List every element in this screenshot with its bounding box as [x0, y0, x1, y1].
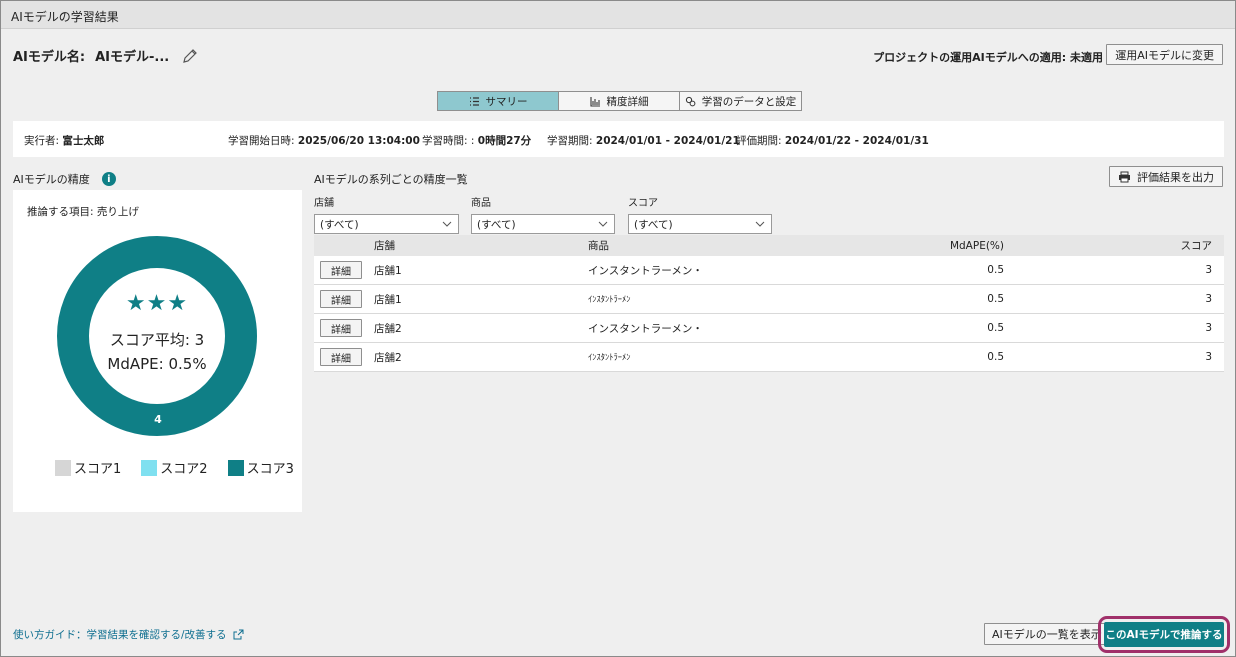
accuracy-panel: 推論する項目: 売り上げ ★★★ スコア平均: 3 MdAPE: 0.5% 4 …: [13, 190, 302, 512]
tab-label: サマリー: [485, 95, 528, 108]
list-icon: [469, 96, 479, 106]
legend-swatch: [227, 459, 244, 476]
column-header-store: 店舗: [374, 240, 395, 252]
tab-label: 精度詳細: [606, 95, 649, 108]
usage-guide-link[interactable]: 使い方ガイド：学習結果を確認する/改善する: [13, 627, 244, 642]
detail-button[interactable]: 詳細: [320, 261, 362, 279]
detail-button[interactable]: 詳細: [320, 319, 362, 337]
table-header: 店舗 商品 MdAPE(%) スコア: [314, 235, 1224, 256]
infer-with-model-button[interactable]: このAIモデルで推論する: [1104, 622, 1224, 647]
detail-button[interactable]: 詳細: [320, 290, 362, 308]
training-period: 学習期間: 2024/01/01 - 2024/01/21: [547, 135, 740, 147]
change-model-button[interactable]: 運用AIモデルに変更: [1106, 44, 1223, 65]
tab-bar: サマリー 精度詳細 学習のデータと設定: [437, 91, 802, 111]
external-link-icon: [233, 629, 244, 640]
tab-data-settings[interactable]: 学習のデータと設定: [680, 92, 801, 110]
detail-button[interactable]: 詳細: [320, 348, 362, 366]
export-results-button[interactable]: 評価結果を出力: [1109, 166, 1223, 187]
table-row: 詳細 店舗2 ｲﾝｽﾀﾝﾄﾗｰﾒﾝ 0.5 3: [314, 343, 1224, 372]
apply-status: プロジェクトの運用AIモデルへの適用: 未適用: [873, 51, 1103, 64]
model-name-value: AIモデル-...: [95, 50, 170, 65]
model-name-label: AIモデル名:: [13, 50, 86, 65]
table-row: 詳細 店舗1 ｲﾝｽﾀﾝﾄﾗｰﾒﾝ 0.5 3: [314, 285, 1224, 314]
window-title: AIモデルの学習結果: [1, 1, 1235, 29]
segment-count-label: 4: [154, 413, 162, 426]
chevron-down-icon: [598, 221, 608, 227]
legend-score3: スコア3: [227, 458, 294, 477]
tab-accuracy-detail[interactable]: 精度詳細: [559, 92, 680, 110]
table-row: 詳細 店舗1 インスタントラーメン・ 0.5 3: [314, 256, 1224, 285]
legend-score1: スコア1: [55, 458, 121, 477]
series-table: 店舗 商品 MdAPE(%) スコア 詳細 店舗1 インスタントラーメン・ 0.…: [314, 235, 1224, 372]
duration: 学習時間: : 0時間27分: [422, 135, 532, 147]
filter-item: 商品 (すべて): [471, 194, 615, 234]
filter-score: スコア (すべて): [628, 194, 772, 234]
legend-swatch: [55, 459, 71, 476]
column-header-item: 商品: [588, 240, 609, 252]
donut-legend: スコア1 スコア2 スコア3: [55, 458, 294, 477]
score-average: スコア平均: 3: [109, 330, 205, 349]
results-window: AIモデルの学習結果 AIモデル名: AIモデル-... プロジェクトの運用AI…: [0, 0, 1236, 657]
score-select[interactable]: (すべて): [628, 214, 772, 234]
legend-swatch: [141, 459, 158, 476]
start-time: 学習開始日時: 2025/06/20 13:04:00: [228, 135, 420, 147]
chevron-down-icon: [755, 221, 765, 227]
printer-icon: [1119, 171, 1130, 182]
store-select[interactable]: (すべて): [314, 214, 459, 234]
tab-label: 学習のデータと設定: [701, 95, 797, 108]
star-rating-icon: ★★★: [125, 290, 189, 316]
column-header-mdape: MdAPE(%): [949, 239, 1004, 252]
item-select[interactable]: (すべて): [471, 214, 615, 234]
info-icon[interactable]: i: [101, 172, 116, 186]
infer-button-highlight: このAIモデルで推論する: [1098, 616, 1230, 653]
evaluation-period: 評価期間: 2024/01/22 - 2024/01/31: [736, 135, 929, 147]
mdape-value: MdAPE: 0.5%: [107, 354, 207, 373]
tab-summary[interactable]: サマリー: [438, 92, 559, 110]
donut-center: ★★★ スコア平均: 3 MdAPE: 0.5%: [57, 236, 257, 436]
model-name: AIモデル名: AIモデル-...: [13, 46, 199, 65]
filter-store: 店舗 (すべて): [314, 194, 459, 234]
chevron-down-icon: [442, 221, 452, 227]
gears-icon: [685, 96, 696, 106]
bar-chart-icon: [589, 96, 600, 107]
column-header-score: スコア: [1180, 240, 1213, 252]
series-list-title: AIモデルの系列ごとの精度一覧: [314, 173, 468, 186]
executor: 実行者: 富士太郎: [24, 135, 105, 147]
legend-score2: スコア2: [141, 458, 208, 477]
training-info: 実行者: 富士太郎 学習開始日時: 2025/06/20 13:04:00 学習…: [13, 121, 1224, 157]
accuracy-title: AIモデルの精度 i: [13, 171, 116, 187]
show-model-list-button[interactable]: AIモデルの一覧を表示: [984, 623, 1110, 645]
inference-target: 推論する項目: 売り上げ: [27, 206, 139, 218]
table-row: 詳細 店舗2 インスタントラーメン・ 0.5 3: [314, 314, 1224, 343]
pencil-icon[interactable]: [181, 47, 199, 65]
